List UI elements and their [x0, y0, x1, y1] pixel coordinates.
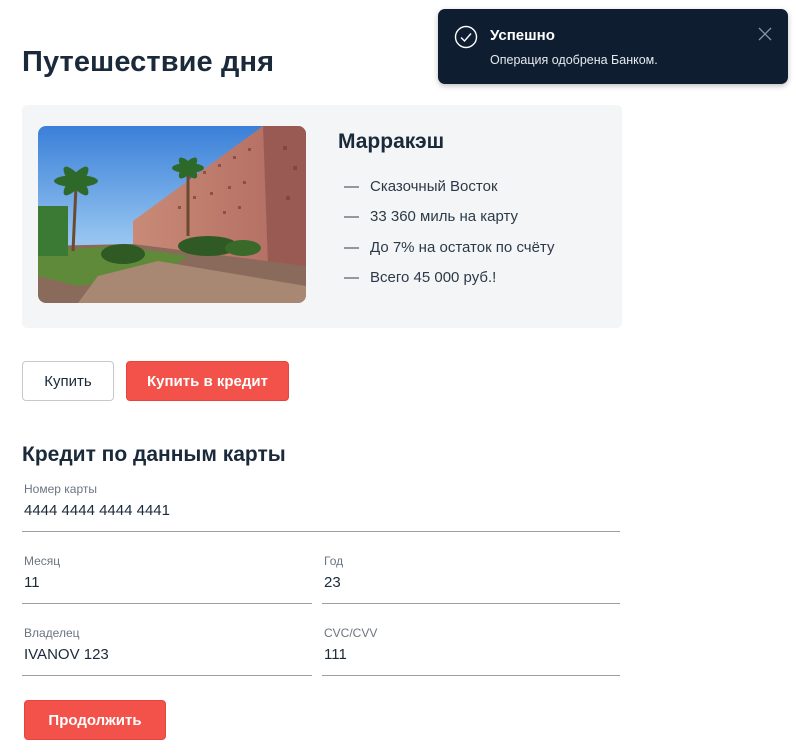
year-value[interactable]: 23: [324, 574, 341, 591]
owner-field[interactable]: Владелец IVANOV 123: [22, 626, 312, 676]
continue-button[interactable]: Продолжить: [24, 700, 166, 740]
year-field[interactable]: Год 23: [322, 554, 620, 604]
buy-credit-button[interactable]: Купить в кредит: [126, 361, 289, 401]
feature-text: Всего 45 000 руб.!: [370, 269, 497, 287]
month-label: Месяц: [24, 554, 61, 568]
feature-text: До 7% на остаток по счёту: [370, 238, 555, 256]
cvc-field[interactable]: CVC/CVV 111: [322, 626, 620, 676]
page-title: Путешествие дня: [22, 46, 275, 78]
year-label: Год: [324, 554, 344, 568]
month-value[interactable]: 11: [24, 574, 40, 591]
feature-text: 33 360 миль на карту: [370, 208, 519, 226]
feature-dash: —: [344, 208, 359, 226]
success-notification: Успешно Операция одобрена Банком.: [438, 9, 788, 84]
feature-item: — Всего 45 000 руб.!: [344, 263, 554, 294]
feature-item: — 33 360 миль на карту: [344, 202, 554, 233]
owner-value[interactable]: IVANOV 123: [24, 646, 109, 663]
notification-message: Операция одобрена Банком.: [490, 53, 658, 67]
cvc-label: CVC/CVV: [324, 626, 378, 640]
feature-text: Сказочный Восток: [370, 177, 498, 195]
card-number-field[interactable]: Номер карты 4444 4444 4444 4441: [22, 482, 620, 532]
card-number-label: Номер карты: [24, 482, 97, 496]
feature-item: — До 7% на остаток по счёту: [344, 232, 554, 263]
close-icon[interactable]: [758, 27, 772, 41]
feature-dash: —: [344, 269, 359, 287]
notification-title: Успешно: [490, 27, 555, 44]
page: Путешествие дня Марракэш — Сказочный Вос…: [0, 0, 796, 753]
offer-card: Марракэш — Сказочный Восток — 33 360 мил…: [22, 105, 622, 328]
card-number-value[interactable]: 4444 4444 4444 4441: [24, 502, 170, 519]
credit-form-title: Кредит по данным карты: [22, 443, 286, 466]
feature-item: — Сказочный Восток: [344, 171, 554, 202]
buy-button[interactable]: Купить: [22, 361, 114, 401]
owner-label: Владелец: [24, 626, 80, 640]
offer-city: Марракэш: [338, 130, 445, 153]
feature-dash: —: [344, 177, 359, 195]
feature-dash: —: [344, 238, 359, 256]
month-field[interactable]: Месяц 11: [22, 554, 312, 604]
offer-features: — Сказочный Восток — 33 360 миль на карт…: [344, 171, 554, 293]
offer-image: [38, 126, 306, 303]
cvc-value[interactable]: 111: [324, 646, 347, 663]
check-circle-icon: [454, 25, 478, 49]
